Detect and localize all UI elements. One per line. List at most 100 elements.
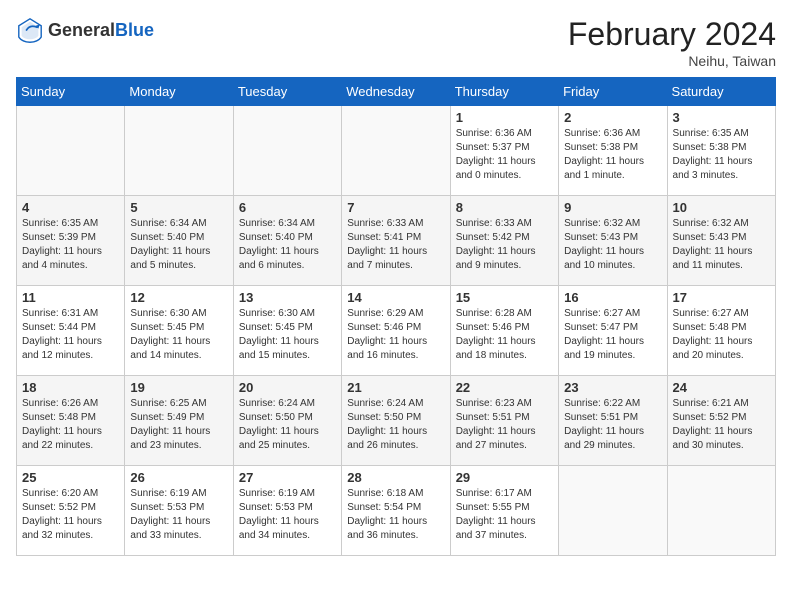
day-number: 3 [673, 110, 770, 125]
col-friday: Friday [559, 78, 667, 106]
day-number: 10 [673, 200, 770, 215]
calendar-cell: 28Sunrise: 6:18 AM Sunset: 5:54 PM Dayli… [342, 466, 450, 556]
day-number: 18 [22, 380, 119, 395]
day-number: 6 [239, 200, 336, 215]
calendar-cell: 8Sunrise: 6:33 AM Sunset: 5:42 PM Daylig… [450, 196, 558, 286]
col-wednesday: Wednesday [342, 78, 450, 106]
day-content: Sunrise: 6:35 AM Sunset: 5:39 PM Dayligh… [22, 217, 119, 273]
calendar-cell: 11 Sunrise: 6:31 AM Sunset: 5:44 PM Dayli… [17, 286, 125, 376]
day-number: 21 [347, 380, 444, 395]
calendar-cell: 2 Sunrise: 6:36 AM Sunset: 5:38 PM Daylig… [559, 106, 667, 196]
day-content: Sunrise: 6:20 AM Sunset: 5:52 PM Dayligh… [22, 487, 119, 543]
day-number: 24 [673, 380, 770, 395]
calendar-cell: 13Sunrise: 6:30 AM Sunset: 5:45 PM Dayli… [233, 286, 341, 376]
day-number: 22 [456, 380, 553, 395]
calendar-cell: 14Sunrise: 6:29 AM Sunset: 5:46 PM Dayli… [342, 286, 450, 376]
day-number: 25 [22, 470, 119, 485]
day-content: Sunrise: 6:36 AM Sunset: 5:38 PM Dayligh… [564, 127, 661, 183]
day-number: 2 [564, 110, 661, 125]
calendar-cell: 27Sunrise: 6:19 AM Sunset: 5:53 PM Dayli… [233, 466, 341, 556]
calendar-cell [342, 106, 450, 196]
col-saturday: Saturday [667, 78, 775, 106]
calendar-cell: 19 Sunrise: 6:25 AM Sunset: 5:49 PM Dayli… [125, 376, 233, 466]
day-number: 16 [564, 290, 661, 305]
day-number: 14 [347, 290, 444, 305]
week-row-3: 11 Sunrise: 6:31 AM Sunset: 5:44 PM Dayli… [17, 286, 776, 376]
day-number: 7 [347, 200, 444, 215]
logo-icon [16, 16, 44, 44]
calendar-cell: 7 Sunrise: 6:33 AM Sunset: 5:41 PM Daylig… [342, 196, 450, 286]
calendar-cell: 6 Sunrise: 6:34 AM Sunset: 5:40 PM Daylig… [233, 196, 341, 286]
calendar-cell: 15Sunrise: 6:28 AM Sunset: 5:46 PM Dayli… [450, 286, 558, 376]
day-content: Sunrise: 6:34 AM Sunset: 5:40 PM Dayligh… [239, 217, 336, 273]
col-monday: Monday [125, 78, 233, 106]
logo-text: GeneralBlue [48, 20, 154, 41]
calendar-cell: 12 Sunrise: 6:30 AM Sunset: 5:45 PM Dayli… [125, 286, 233, 376]
calendar-cell: 5 Sunrise: 6:34 AM Sunset: 5:40 PM Daylig… [125, 196, 233, 286]
week-row-4: 18Sunrise: 6:26 AM Sunset: 5:48 PM Dayli… [17, 376, 776, 466]
day-content: Sunrise: 6:27 AM Sunset: 5:47 PM Dayligh… [564, 307, 661, 363]
day-number: 13 [239, 290, 336, 305]
day-number: 1 [456, 110, 553, 125]
calendar-cell: 21Sunrise: 6:24 AM Sunset: 5:50 PM Dayli… [342, 376, 450, 466]
calendar-cell: 20 Sunrise: 6:24 AM Sunset: 5:50 PM Dayli… [233, 376, 341, 466]
day-content: Sunrise: 6:35 AM Sunset: 5:38 PM Dayligh… [673, 127, 770, 183]
calendar-header: Sunday Monday Tuesday Wednesday Thursday… [17, 78, 776, 106]
col-sunday: Sunday [17, 78, 125, 106]
calendar-cell [125, 106, 233, 196]
calendar-cell: 18Sunrise: 6:26 AM Sunset: 5:48 PM Dayli… [17, 376, 125, 466]
day-number: 9 [564, 200, 661, 215]
day-number: 26 [130, 470, 227, 485]
day-number: 17 [673, 290, 770, 305]
calendar-cell: 17Sunrise: 6:27 AM Sunset: 5:48 PM Dayli… [667, 286, 775, 376]
day-content: Sunrise: 6:22 AM Sunset: 5:51 PM Dayligh… [564, 397, 661, 453]
day-number: 11 [22, 290, 119, 305]
calendar-cell: 24Sunrise: 6:21 AM Sunset: 5:52 PM Dayli… [667, 376, 775, 466]
month-title: February 2024 [568, 16, 776, 53]
page-header: GeneralBlue February 2024 Neihu, Taiwan [16, 16, 776, 69]
logo: GeneralBlue [16, 16, 154, 44]
day-content: Sunrise: 6:24 AM Sunset: 5:50 PM Dayligh… [239, 397, 336, 453]
day-content: Sunrise: 6:30 AM Sunset: 5:45 PM Dayligh… [130, 307, 227, 363]
calendar-cell [233, 106, 341, 196]
calendar-cell [667, 466, 775, 556]
title-block: February 2024 Neihu, Taiwan [568, 16, 776, 69]
day-number: 12 [130, 290, 227, 305]
location-subtitle: Neihu, Taiwan [568, 53, 776, 69]
calendar-body: 1Sunrise: 6:36 AM Sunset: 5:37 PM Daylig… [17, 106, 776, 556]
calendar-cell: 9 Sunrise: 6:32 AM Sunset: 5:43 PM Daylig… [559, 196, 667, 286]
calendar-cell: 1Sunrise: 6:36 AM Sunset: 5:37 PM Daylig… [450, 106, 558, 196]
day-number: 20 [239, 380, 336, 395]
logo-blue: Blue [115, 20, 154, 40]
calendar-cell: 16 Sunrise: 6:27 AM Sunset: 5:47 PM Dayli… [559, 286, 667, 376]
calendar-cell: 26Sunrise: 6:19 AM Sunset: 5:53 PM Dayli… [125, 466, 233, 556]
day-number: 23 [564, 380, 661, 395]
calendar-cell: 4 Sunrise: 6:35 AM Sunset: 5:39 PM Daylig… [17, 196, 125, 286]
day-number: 5 [130, 200, 227, 215]
day-content: Sunrise: 6:28 AM Sunset: 5:46 PM Dayligh… [456, 307, 553, 363]
day-content: Sunrise: 6:32 AM Sunset: 5:43 PM Dayligh… [564, 217, 661, 273]
day-content: Sunrise: 6:23 AM Sunset: 5:51 PM Dayligh… [456, 397, 553, 453]
day-content: Sunrise: 6:31 AM Sunset: 5:44 PM Dayligh… [22, 307, 119, 363]
calendar-cell: 3 Sunrise: 6:35 AM Sunset: 5:38 PM Daylig… [667, 106, 775, 196]
day-content: Sunrise: 6:25 AM Sunset: 5:49 PM Dayligh… [130, 397, 227, 453]
day-number: 29 [456, 470, 553, 485]
day-content: Sunrise: 6:34 AM Sunset: 5:40 PM Dayligh… [130, 217, 227, 273]
calendar-cell: 29 Sunrise: 6:17 AM Sunset: 5:55 PM Dayli… [450, 466, 558, 556]
col-tuesday: Tuesday [233, 78, 341, 106]
calendar-cell: 22 Sunrise: 6:23 AM Sunset: 5:51 PM Dayli… [450, 376, 558, 466]
logo-general: General [48, 20, 115, 40]
calendar-cell [17, 106, 125, 196]
col-thursday: Thursday [450, 78, 558, 106]
day-content: Sunrise: 6:33 AM Sunset: 5:41 PM Dayligh… [347, 217, 444, 273]
day-content: Sunrise: 6:32 AM Sunset: 5:43 PM Dayligh… [673, 217, 770, 273]
day-content: Sunrise: 6:33 AM Sunset: 5:42 PM Dayligh… [456, 217, 553, 273]
day-number: 19 [130, 380, 227, 395]
calendar-cell: 23 Sunrise: 6:22 AM Sunset: 5:51 PM Dayli… [559, 376, 667, 466]
day-content: Sunrise: 6:17 AM Sunset: 5:55 PM Dayligh… [456, 487, 553, 543]
day-number: 27 [239, 470, 336, 485]
day-number: 4 [22, 200, 119, 215]
week-row-5: 25 Sunrise: 6:20 AM Sunset: 5:52 PM Dayli… [17, 466, 776, 556]
day-number: 28 [347, 470, 444, 485]
calendar-cell [559, 466, 667, 556]
